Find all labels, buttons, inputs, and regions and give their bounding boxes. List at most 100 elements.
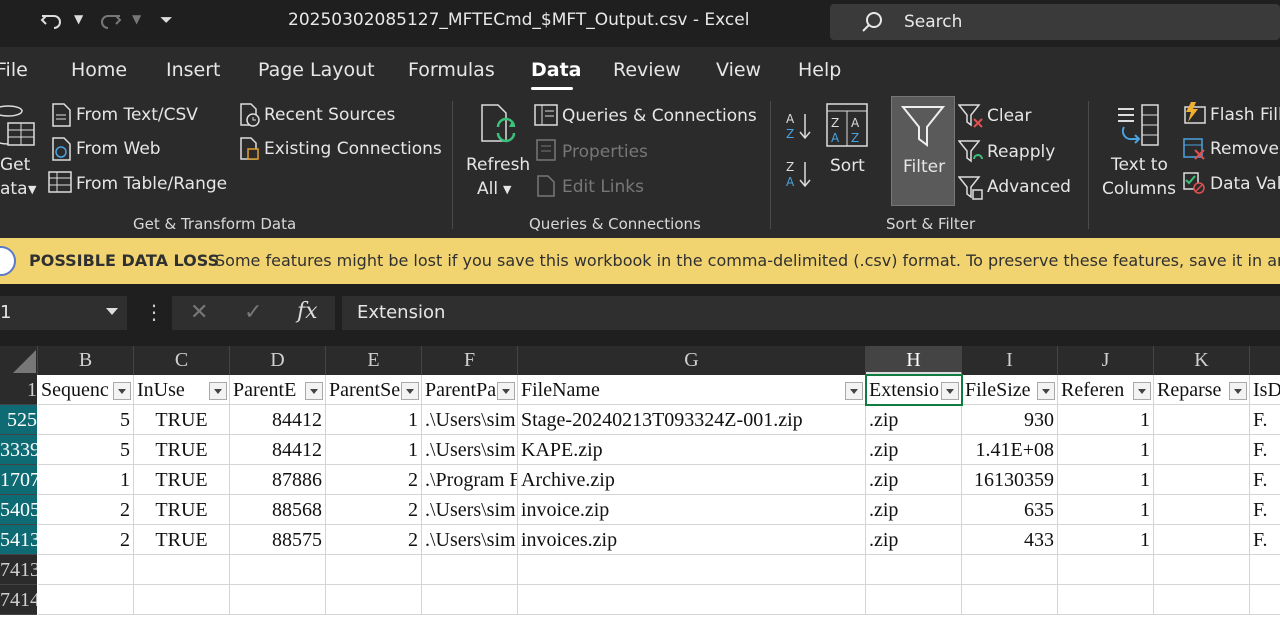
refresh-all-label-2[interactable]: All: [477, 179, 498, 199]
select-all-corner[interactable]: [0, 346, 38, 375]
table-cell[interactable]: 1: [1058, 405, 1154, 435]
row-header[interactable]: 1: [0, 375, 37, 405]
text-to-columns-label-2[interactable]: Columns: [1102, 179, 1176, 199]
table-cell[interactable]: 1: [1058, 495, 1154, 525]
table-cell[interactable]: F.: [1250, 405, 1280, 435]
get-data-dropdown-icon[interactable]: ▼: [28, 183, 36, 196]
table-cell[interactable]: .\Users\sim: [422, 495, 518, 525]
table-cell[interactable]: 88575: [230, 525, 326, 555]
table-cell[interactable]: .zip: [866, 435, 962, 465]
filter-dropdown-icon[interactable]: [305, 382, 323, 400]
table-cell[interactable]: 2: [326, 465, 422, 495]
table-cell[interactable]: 930: [962, 405, 1058, 435]
column-header-h[interactable]: H: [866, 346, 962, 375]
tab-home[interactable]: Home: [71, 59, 127, 81]
tab-page-layout[interactable]: Page Layout: [258, 59, 375, 81]
table-cell[interactable]: [230, 555, 326, 585]
search-box[interactable]: Search: [830, 4, 1280, 40]
table-cell[interactable]: .zip: [866, 495, 962, 525]
table-cell[interactable]: [866, 585, 962, 615]
column-header-f[interactable]: F: [422, 346, 518, 375]
tab-formulas[interactable]: Formulas: [408, 59, 495, 81]
table-cell[interactable]: [134, 585, 230, 615]
table-cell[interactable]: Archive.zip: [518, 465, 866, 495]
table-cell[interactable]: [326, 585, 422, 615]
table-cell[interactable]: [1058, 585, 1154, 615]
table-cell[interactable]: [38, 555, 134, 585]
table-cell[interactable]: 16130359: [962, 465, 1058, 495]
table-cell[interactable]: TRUE: [134, 495, 230, 525]
tab-file[interactable]: File: [0, 59, 28, 81]
filter-dropdown-icon[interactable]: [401, 382, 419, 400]
table-cell[interactable]: 1: [1058, 435, 1154, 465]
table-cell[interactable]: [422, 585, 518, 615]
column-header-d[interactable]: D: [230, 346, 326, 375]
table-cell[interactable]: [1154, 585, 1250, 615]
table-cell[interactable]: 1: [326, 405, 422, 435]
table-cell[interactable]: [134, 555, 230, 585]
filter-dropdown-icon[interactable]: [1133, 382, 1151, 400]
table-cell[interactable]: .\Program F: [422, 465, 518, 495]
table-cell[interactable]: .\Users\sim: [422, 405, 518, 435]
filter-button[interactable]: Filter: [891, 96, 955, 206]
tab-help[interactable]: Help: [798, 59, 841, 81]
insert-function-button[interactable]: fx: [297, 299, 318, 324]
table-cell[interactable]: 635: [962, 495, 1058, 525]
row-header[interactable]: 5405: [0, 495, 37, 525]
existing-connections-button[interactable]: Existing Connections: [264, 139, 442, 159]
table-cell[interactable]: [1058, 555, 1154, 585]
table-cell[interactable]: [518, 555, 866, 585]
table-cell[interactable]: 1: [1058, 465, 1154, 495]
text-to-columns-label[interactable]: Text to: [1111, 155, 1168, 175]
edit-links-button[interactable]: Edit Links: [562, 177, 644, 197]
table-cell[interactable]: TRUE: [134, 465, 230, 495]
table-cell[interactable]: 1: [1058, 525, 1154, 555]
filter-dropdown-icon[interactable]: [113, 382, 131, 400]
table-cell[interactable]: [962, 585, 1058, 615]
filter-dropdown-icon[interactable]: [941, 382, 959, 400]
table-cell[interactable]: 2: [38, 495, 134, 525]
customize-toolbar-icon[interactable]: ⏷: [160, 10, 173, 30]
tab-review[interactable]: Review: [613, 59, 681, 81]
column-header-k[interactable]: K: [1154, 346, 1250, 375]
filter-dropdown-icon[interactable]: [1229, 382, 1247, 400]
sort-button[interactable]: Sort: [830, 156, 865, 176]
table-cell[interactable]: 5: [38, 435, 134, 465]
table-cell[interactable]: [1250, 585, 1280, 615]
sort-a-to-z-icon[interactable]: AZ: [785, 111, 813, 145]
cancel-icon[interactable]: ✕: [190, 300, 208, 325]
table-cell[interactable]: .\Users\sim: [422, 525, 518, 555]
table-cell[interactable]: 2: [326, 525, 422, 555]
flash-fill-button[interactable]: Flash Fill: [1210, 105, 1280, 125]
table-cell[interactable]: [1154, 555, 1250, 585]
row-header[interactable]: 3339: [0, 435, 37, 465]
table-cell[interactable]: KAPE.zip: [518, 435, 866, 465]
table-cell[interactable]: 2: [38, 525, 134, 555]
table-cell[interactable]: [866, 555, 962, 585]
table-cell[interactable]: F.: [1250, 465, 1280, 495]
table-cell[interactable]: .\Users\sim: [422, 435, 518, 465]
reapply-button[interactable]: Reapply: [987, 142, 1055, 162]
recent-sources-button[interactable]: Recent Sources: [264, 105, 395, 125]
column-header-i[interactable]: I: [962, 346, 1058, 375]
table-cell[interactable]: F.: [1250, 525, 1280, 555]
table-cell[interactable]: [422, 555, 518, 585]
column-header-l[interactable]: L: [1250, 346, 1280, 375]
refresh-all-label[interactable]: Refresh: [466, 155, 530, 175]
table-cell[interactable]: F.: [1250, 495, 1280, 525]
table-cell[interactable]: [1154, 525, 1250, 555]
filter-dropdown-icon[interactable]: [845, 382, 863, 400]
row-header[interactable]: 7414: [0, 585, 37, 615]
column-header-c[interactable]: C: [134, 346, 230, 375]
table-cell[interactable]: TRUE: [134, 405, 230, 435]
row-header[interactable]: 1707: [0, 465, 37, 495]
table-cell[interactable]: .zip: [866, 405, 962, 435]
undo-dropdown-icon[interactable]: ▼: [74, 12, 83, 26]
table-cell[interactable]: 87886: [230, 465, 326, 495]
table-cell[interactable]: [1154, 405, 1250, 435]
table-cell[interactable]: 1: [38, 465, 134, 495]
data-validation-button[interactable]: Data Vali: [1210, 174, 1280, 194]
table-cell[interactable]: [230, 585, 326, 615]
table-cell[interactable]: 5: [38, 405, 134, 435]
tab-insert[interactable]: Insert: [166, 59, 221, 81]
